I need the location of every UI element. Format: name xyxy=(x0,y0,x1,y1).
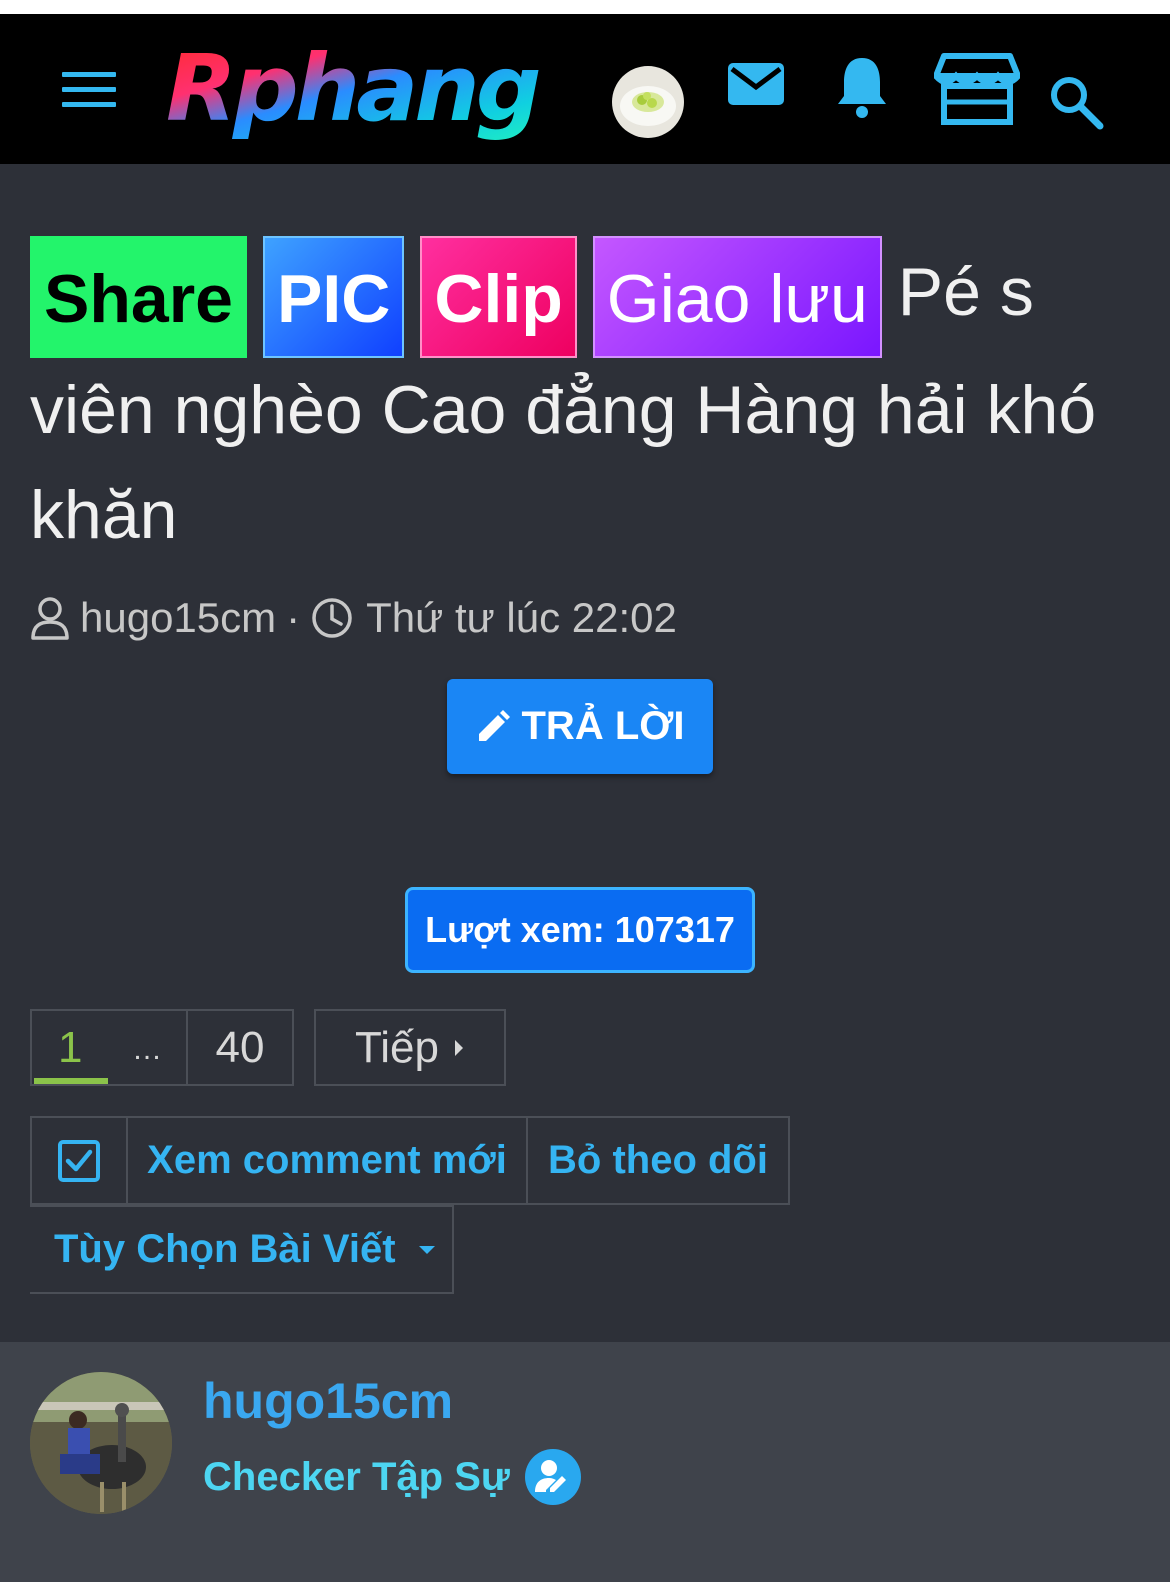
svg-text:Rphang: Rphang xyxy=(166,42,539,142)
chevron-down-icon xyxy=(418,1245,435,1254)
next-page-label: Tiếp xyxy=(355,1022,439,1072)
unfollow-button[interactable]: Bỏ theo dõi xyxy=(528,1116,790,1205)
thread-title: Share PIC Clip Giao lưu Pé s viên nghèo Cao … xyxy=(30,236,1140,568)
post-options-label: Tùy Chọn Bài Viết xyxy=(54,1227,396,1271)
author-avatar[interactable] xyxy=(30,1372,172,1514)
top-header: Rphang xyxy=(0,14,1170,164)
meta-separator: · xyxy=(286,594,301,641)
user-avatar[interactable] xyxy=(612,66,684,138)
select-checkbox[interactable] xyxy=(30,1116,128,1205)
author-rank-label: Checker Tập Sự xyxy=(203,1454,510,1499)
view-count-badge: Lượt xem: 107317 xyxy=(405,887,755,973)
page-1[interactable]: 1 … xyxy=(30,1009,188,1086)
tag-share[interactable]: Share xyxy=(30,236,247,358)
unfollow-label: Bỏ theo dõi xyxy=(548,1138,768,1182)
bell-icon[interactable] xyxy=(834,54,890,120)
page-last-label: 40 xyxy=(215,1022,265,1072)
reply-button[interactable]: TRẢ LỜI xyxy=(447,679,713,774)
store-icon[interactable] xyxy=(934,52,1020,126)
status-strip xyxy=(0,0,1170,14)
tag-pic[interactable]: PIC xyxy=(263,236,405,358)
page-ellipsis[interactable]: … xyxy=(132,1033,162,1067)
pencil-icon xyxy=(478,709,510,741)
current-page-indicator xyxy=(34,1078,108,1084)
reply-label: TRẢ LỜI xyxy=(521,704,685,748)
thread-actions: Xem comment mới Bỏ theo dõi xyxy=(30,1116,790,1205)
view-new-comments-button[interactable]: Xem comment mới xyxy=(128,1116,528,1205)
post-options-dropdown[interactable]: Tùy Chọn Bài Viết xyxy=(30,1205,454,1294)
pagination: 1 … 40 Tiếp xyxy=(30,1009,506,1086)
tag-clip[interactable]: Clip xyxy=(420,236,577,358)
user-icon xyxy=(31,597,69,640)
page-1-label: 1 xyxy=(58,1022,83,1072)
tag-giao-luu[interactable]: Giao lưu xyxy=(592,236,882,358)
author-rank: Checker Tập Sự xyxy=(203,1448,582,1506)
user-edit-badge-icon xyxy=(524,1449,581,1505)
author-username[interactable]: hugo15cm xyxy=(203,1372,453,1430)
next-page-button[interactable]: Tiếp xyxy=(314,1009,506,1086)
search-icon[interactable] xyxy=(1048,74,1104,130)
menu-icon[interactable] xyxy=(62,70,116,108)
clock-icon xyxy=(312,598,352,638)
checkbox-icon xyxy=(58,1139,100,1182)
thread-author[interactable]: hugo15cm xyxy=(80,594,276,642)
page-last[interactable]: 40 xyxy=(188,1009,294,1086)
view-new-comments-label: Xem comment mới xyxy=(147,1138,507,1182)
site-logo[interactable]: Rphang xyxy=(160,42,550,142)
mail-icon[interactable] xyxy=(726,59,786,111)
view-count-label: Lượt xem: 107317 xyxy=(425,909,735,950)
thread-time[interactable]: Thứ tư lúc 22:02 xyxy=(366,594,677,642)
post-author-bar xyxy=(0,1342,1170,1582)
thread-meta: hugo15cm · Thứ tư lúc 22:02 xyxy=(30,594,677,642)
caret-right-icon xyxy=(454,1039,463,1056)
